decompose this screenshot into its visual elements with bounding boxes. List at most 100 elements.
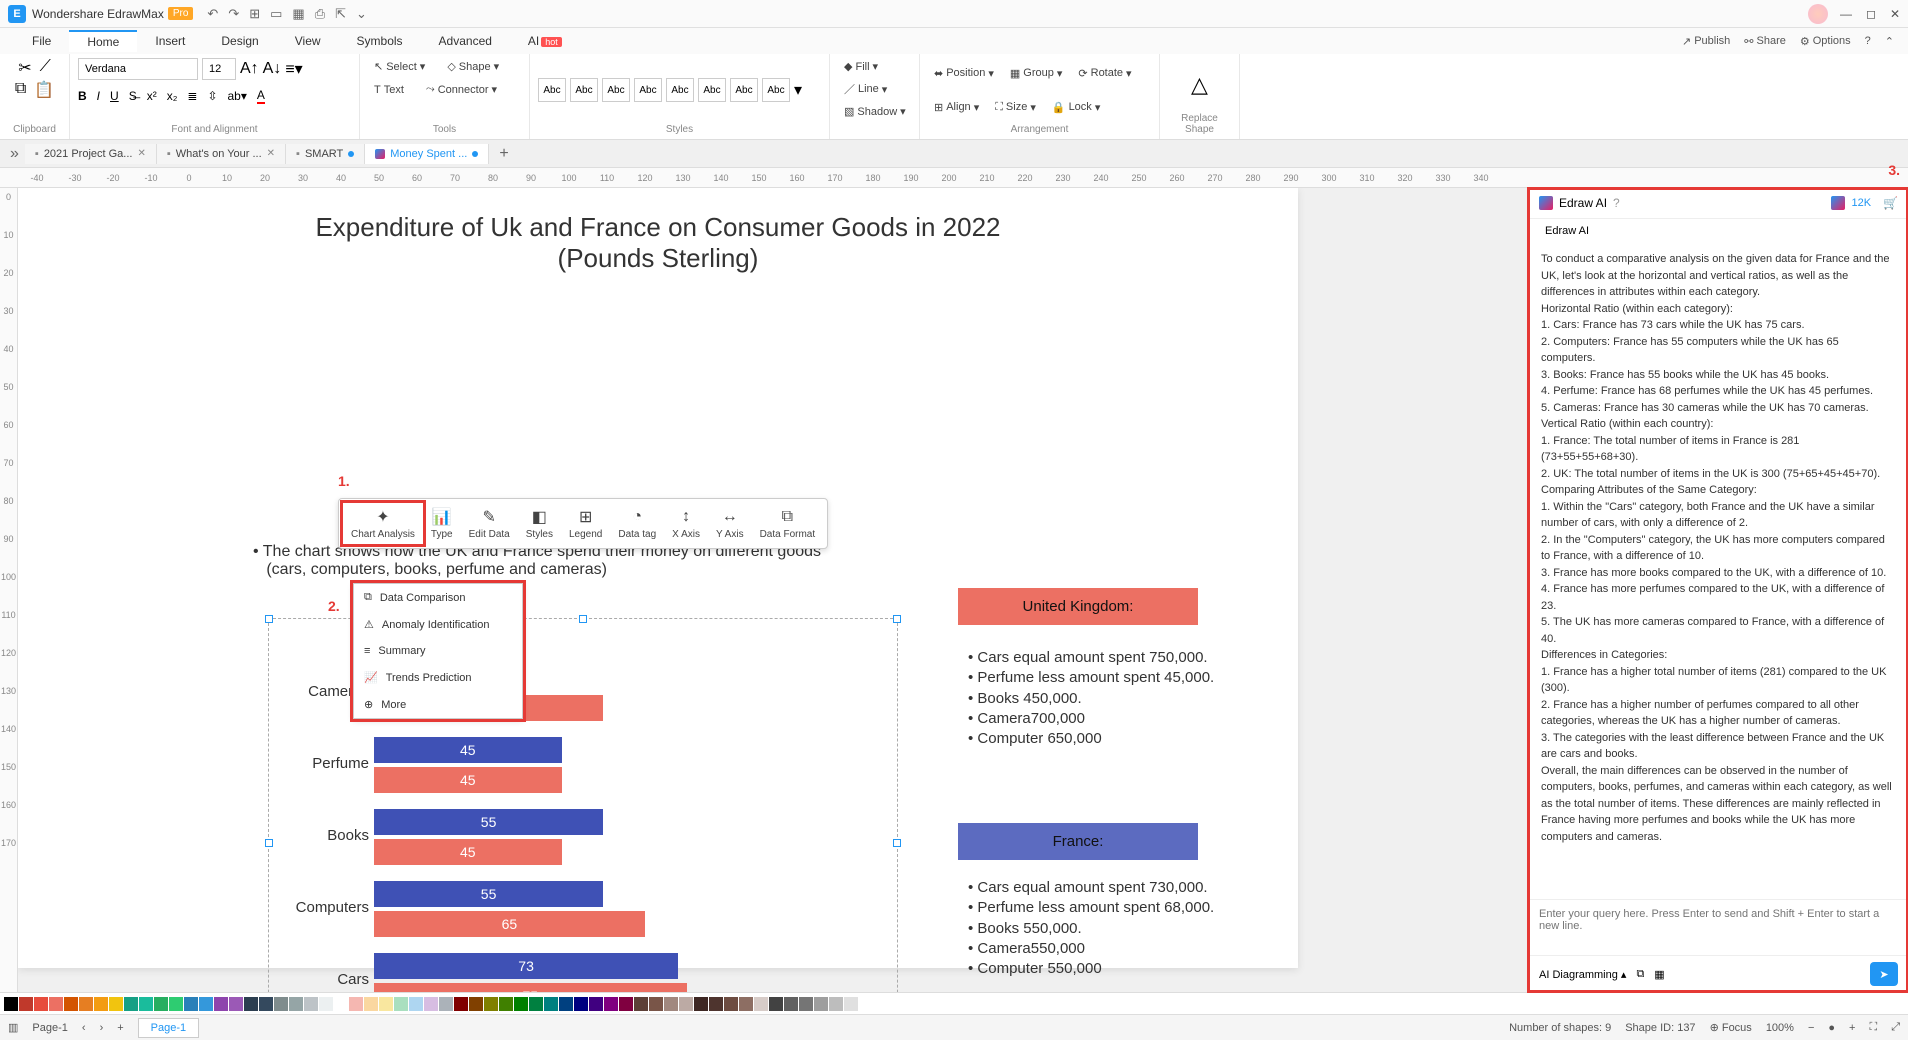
color-swatch[interactable] bbox=[124, 997, 138, 1011]
menu-advanced[interactable]: Advanced bbox=[421, 31, 510, 51]
options-link[interactable]: ⚙ Options bbox=[1800, 35, 1851, 48]
color-swatch[interactable] bbox=[394, 997, 408, 1011]
document-tab[interactable]: Money Spent ... bbox=[365, 144, 489, 164]
close-tab-icon[interactable]: ✕ bbox=[137, 148, 145, 159]
color-swatch[interactable] bbox=[349, 997, 363, 1011]
style-preset[interactable]: Abc bbox=[634, 78, 662, 102]
close-tab-icon[interactable]: ✕ bbox=[267, 148, 275, 159]
document-tab[interactable]: ▪ SMART bbox=[286, 144, 365, 164]
shape-button[interactable]: ◇ Shape▾ bbox=[441, 58, 505, 75]
copy-icon[interactable]: ⧉ bbox=[15, 80, 26, 100]
more-icon[interactable]: ⌄ bbox=[356, 6, 367, 22]
color-swatch[interactable] bbox=[844, 997, 858, 1011]
dropdown-trends-prediction[interactable]: 📈Trends Prediction bbox=[354, 664, 522, 691]
paste-icon[interactable]: 📋 bbox=[34, 80, 54, 100]
fill-button[interactable]: ◆ Fill▾ bbox=[838, 58, 884, 75]
ai-template-icon[interactable]: ▦ bbox=[1654, 968, 1664, 981]
font-grow-icon[interactable]: A↑ bbox=[240, 60, 259, 78]
color-swatch[interactable] bbox=[634, 997, 648, 1011]
style-preset[interactable]: Abc bbox=[666, 78, 694, 102]
color-swatch[interactable] bbox=[289, 997, 303, 1011]
color-swatch[interactable] bbox=[469, 997, 483, 1011]
styles-more-icon[interactable]: ▾ bbox=[794, 80, 802, 100]
dropdown-more[interactable]: ⊕More bbox=[354, 691, 522, 718]
bullets-button[interactable]: ≣ bbox=[187, 89, 197, 103]
style-preset[interactable]: Abc bbox=[762, 78, 790, 102]
dropdown-summary[interactable]: ≡Summary bbox=[354, 638, 522, 664]
document-tab[interactable]: ▪ What's on Your ... ✕ bbox=[157, 144, 286, 164]
subscript-button[interactable]: x₂ bbox=[167, 89, 178, 103]
color-swatch[interactable] bbox=[454, 997, 468, 1011]
add-page-icon[interactable]: + bbox=[117, 1022, 123, 1034]
color-swatch[interactable] bbox=[19, 997, 33, 1011]
color-swatch[interactable] bbox=[319, 997, 333, 1011]
avatar[interactable] bbox=[1808, 4, 1828, 24]
menu-view[interactable]: View bbox=[277, 31, 339, 51]
color-swatch[interactable] bbox=[724, 997, 738, 1011]
chart-tool-legend[interactable]: ⊞Legend bbox=[561, 503, 610, 544]
color-swatch[interactable] bbox=[274, 997, 288, 1011]
color-swatch[interactable] bbox=[139, 997, 153, 1011]
page-nav-icon[interactable]: ▥ bbox=[8, 1021, 18, 1034]
export-icon[interactable]: ⇱ bbox=[335, 6, 346, 22]
style-preset[interactable]: Abc bbox=[538, 78, 566, 102]
rotate-button[interactable]: ⟳ Rotate▾ bbox=[1072, 65, 1137, 82]
close-icon[interactable]: ✕ bbox=[1890, 7, 1900, 21]
replace-shape-icon[interactable]: △ bbox=[1191, 72, 1208, 98]
ai-input[interactable] bbox=[1539, 908, 1898, 942]
position-button[interactable]: ⬌ Position▾ bbox=[928, 65, 1000, 82]
cart-icon[interactable]: 🛒 bbox=[1883, 196, 1898, 210]
ai-help-icon[interactable]: ? bbox=[1613, 196, 1620, 210]
color-swatch[interactable] bbox=[664, 997, 678, 1011]
color-swatch[interactable] bbox=[694, 997, 708, 1011]
color-swatch[interactable] bbox=[214, 997, 228, 1011]
italic-button[interactable]: I bbox=[97, 89, 100, 103]
color-swatch[interactable] bbox=[364, 997, 378, 1011]
color-swatch[interactable] bbox=[154, 997, 168, 1011]
color-swatch[interactable] bbox=[49, 997, 63, 1011]
color-swatch[interactable] bbox=[259, 997, 273, 1011]
underline-button[interactable]: U bbox=[110, 89, 119, 103]
bold-button[interactable]: B bbox=[78, 89, 87, 103]
zoom-in-icon[interactable]: + bbox=[1849, 1022, 1855, 1034]
menu-home[interactable]: Home bbox=[69, 30, 137, 52]
dropdown-data-comparison[interactable]: ⧉Data Comparison bbox=[354, 584, 522, 611]
line-button[interactable]: ／ Line▾ bbox=[838, 79, 893, 99]
color-swatch[interactable] bbox=[34, 997, 48, 1011]
style-preset[interactable]: Abc bbox=[698, 78, 726, 102]
color-swatch[interactable] bbox=[169, 997, 183, 1011]
print-icon[interactable]: ⎙ bbox=[315, 6, 325, 22]
color-swatch[interactable] bbox=[709, 997, 723, 1011]
color-swatch[interactable] bbox=[784, 997, 798, 1011]
color-swatch[interactable] bbox=[739, 997, 753, 1011]
chart-tool-edit-data[interactable]: ✎Edit Data bbox=[461, 503, 518, 544]
add-tab-button[interactable]: + bbox=[489, 145, 518, 163]
superscript-button[interactable]: x² bbox=[147, 89, 157, 103]
select-button[interactable]: ↖ Select▾ bbox=[368, 58, 431, 75]
ai-mode-select[interactable]: AI Diagramming ▴ bbox=[1539, 968, 1626, 981]
menu-insert[interactable]: Insert bbox=[137, 31, 203, 51]
font-family-select[interactable]: Verdana bbox=[78, 58, 198, 80]
next-page-icon[interactable]: › bbox=[100, 1022, 104, 1034]
text-button[interactable]: T Text bbox=[368, 81, 410, 98]
color-swatch[interactable] bbox=[514, 997, 528, 1011]
chart-tool-type[interactable]: 📊Type bbox=[423, 503, 461, 544]
color-swatch[interactable] bbox=[229, 997, 243, 1011]
color-swatch[interactable] bbox=[589, 997, 603, 1011]
color-swatch[interactable] bbox=[304, 997, 318, 1011]
color-swatch[interactable] bbox=[409, 997, 423, 1011]
menu-ai[interactable]: AIhot bbox=[510, 31, 580, 51]
lock-button[interactable]: 🔒 Lock▾ bbox=[1046, 99, 1106, 116]
save-icon[interactable]: ▦ bbox=[292, 6, 304, 22]
ai-attach-icon[interactable]: ⧉ bbox=[1636, 968, 1644, 981]
style-preset[interactable]: Abc bbox=[730, 78, 758, 102]
zoom-out-icon[interactable]: − bbox=[1808, 1022, 1814, 1034]
redo-icon[interactable]: ↷ bbox=[228, 6, 239, 22]
chart-tool-chart-analysis[interactable]: ✦Chart Analysis bbox=[343, 503, 423, 544]
publish-link[interactable]: ↗ Publish bbox=[1682, 35, 1730, 48]
dropdown-anomaly-identification[interactable]: ⚠Anomaly Identification bbox=[354, 611, 522, 638]
document-tab[interactable]: ▪ 2021 Project Ga... ✕ bbox=[25, 144, 157, 164]
color-swatch[interactable] bbox=[109, 997, 123, 1011]
color-swatch[interactable] bbox=[64, 997, 78, 1011]
chart-tool-y-axis[interactable]: ↔Y Axis bbox=[708, 503, 752, 544]
